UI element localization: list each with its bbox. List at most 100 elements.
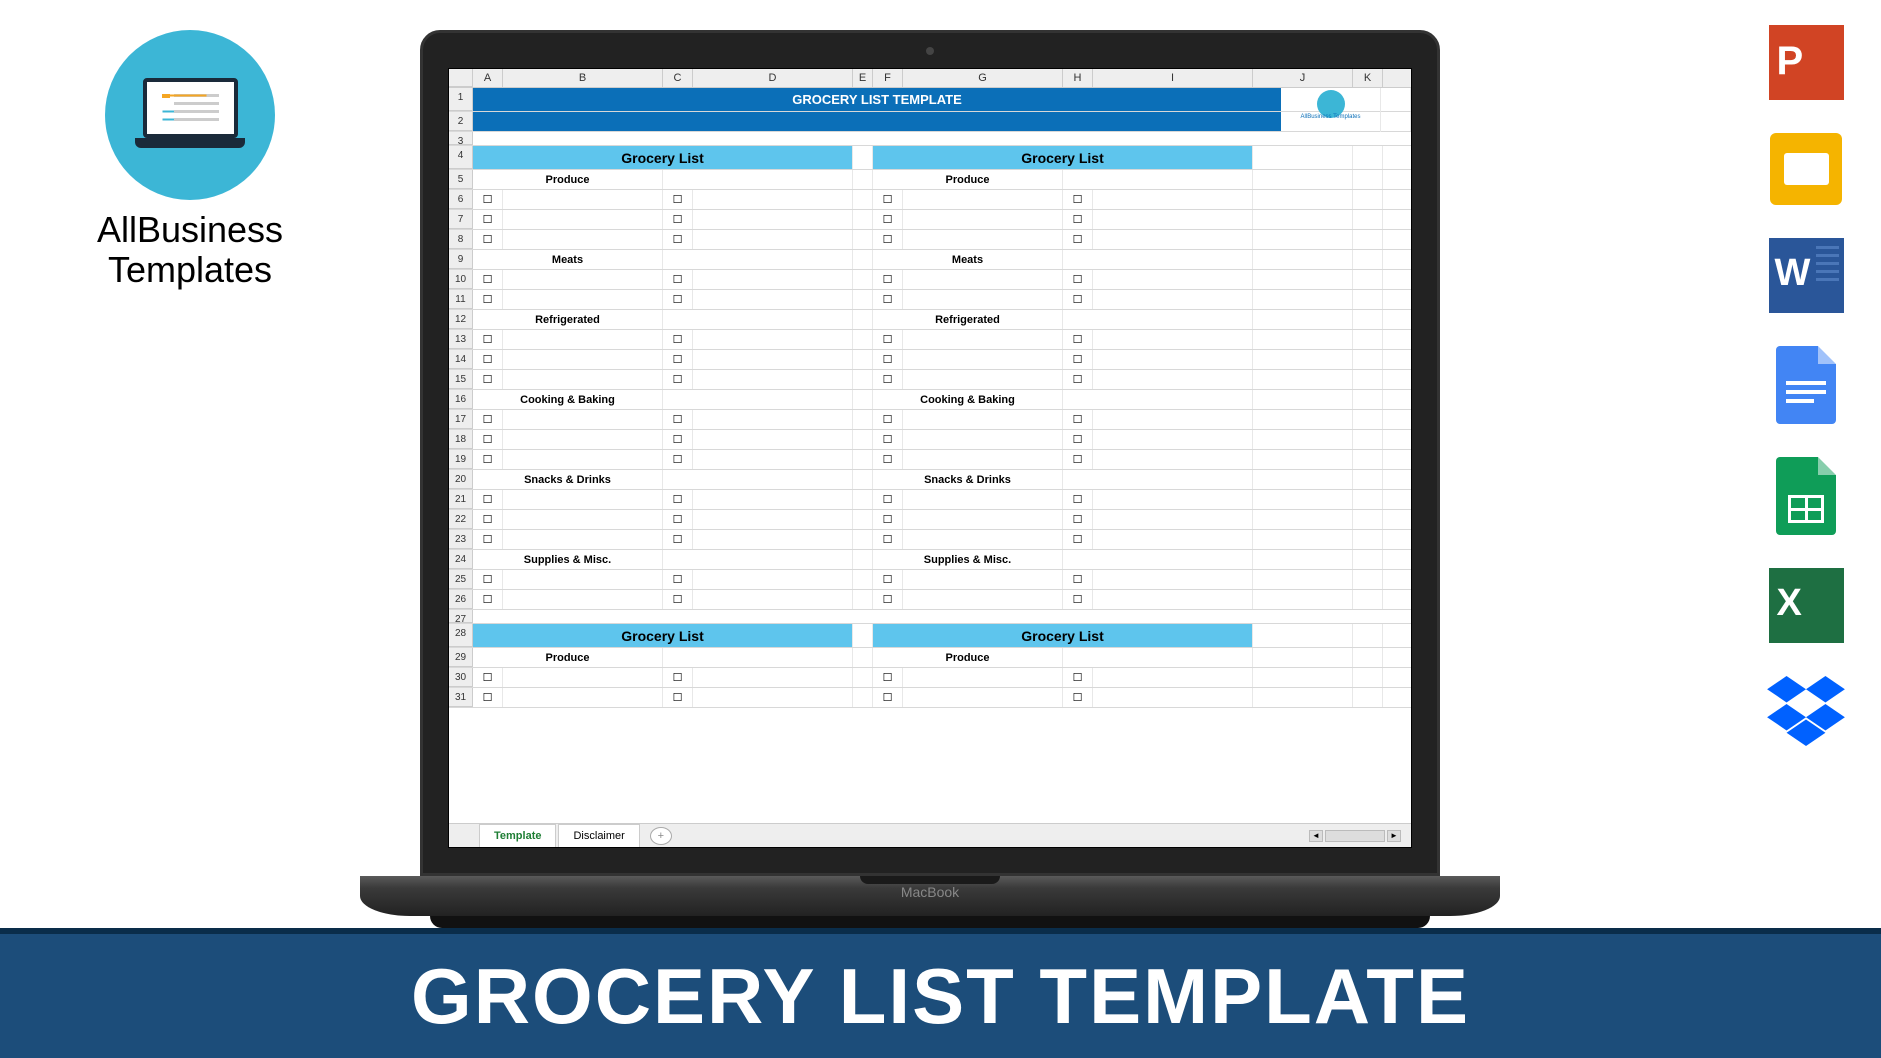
item-cell[interactable] xyxy=(693,688,853,707)
row-header[interactable]: 6 xyxy=(449,190,473,209)
item-cell[interactable] xyxy=(503,290,663,309)
sheet-title[interactable]: GROCERY LIST TEMPLATE xyxy=(473,88,1281,111)
item-cell[interactable] xyxy=(1093,230,1253,249)
row-header[interactable]: 8 xyxy=(449,230,473,249)
checkbox[interactable]: ☐ xyxy=(663,190,693,209)
item-cell[interactable] xyxy=(903,490,1063,509)
row-header[interactable]: 29 xyxy=(449,648,473,667)
item-cell[interactable] xyxy=(903,210,1063,229)
checkbox[interactable]: ☐ xyxy=(1063,430,1093,449)
item-cell[interactable] xyxy=(903,330,1063,349)
checkbox[interactable]: ☐ xyxy=(873,570,903,589)
col-header[interactable]: D xyxy=(693,69,853,87)
item-cell[interactable] xyxy=(1093,530,1253,549)
item-cell[interactable] xyxy=(903,190,1063,209)
checkbox[interactable]: ☐ xyxy=(663,230,693,249)
checkbox[interactable]: ☐ xyxy=(663,430,693,449)
row-header[interactable]: 25 xyxy=(449,570,473,589)
item-cell[interactable] xyxy=(503,350,663,369)
checkbox[interactable]: ☐ xyxy=(873,230,903,249)
checkbox[interactable]: ☐ xyxy=(663,590,693,609)
checkbox[interactable]: ☐ xyxy=(473,350,503,369)
checkbox[interactable]: ☐ xyxy=(1063,450,1093,469)
item-cell[interactable] xyxy=(903,450,1063,469)
item-cell[interactable] xyxy=(503,370,663,389)
item-cell[interactable] xyxy=(1093,490,1253,509)
row-header[interactable]: 17 xyxy=(449,410,473,429)
item-cell[interactable] xyxy=(1093,510,1253,529)
col-header[interactable]: F xyxy=(873,69,903,87)
item-cell[interactable] xyxy=(1093,330,1253,349)
checkbox[interactable]: ☐ xyxy=(663,490,693,509)
row-header[interactable]: 14 xyxy=(449,350,473,369)
row-header[interactable]: 28 xyxy=(449,624,473,647)
category-label[interactable]: Meats xyxy=(873,250,1063,269)
col-header[interactable]: H xyxy=(1063,69,1093,87)
row-header[interactable]: 26 xyxy=(449,590,473,609)
list-header[interactable]: Grocery List xyxy=(873,146,1253,169)
item-cell[interactable] xyxy=(693,570,853,589)
item-cell[interactable] xyxy=(903,668,1063,687)
item-cell[interactable] xyxy=(693,430,853,449)
category-label[interactable]: Meats xyxy=(473,250,663,269)
checkbox[interactable]: ☐ xyxy=(873,530,903,549)
horizontal-scroll[interactable]: ◄► xyxy=(1309,830,1401,842)
row-header[interactable]: 24 xyxy=(449,550,473,569)
checkbox[interactable]: ☐ xyxy=(1063,210,1093,229)
item-cell[interactable] xyxy=(903,510,1063,529)
checkbox[interactable]: ☐ xyxy=(1063,410,1093,429)
item-cell[interactable] xyxy=(903,270,1063,289)
checkbox[interactable]: ☐ xyxy=(1063,290,1093,309)
row-header[interactable]: 9 xyxy=(449,250,473,269)
checkbox[interactable]: ☐ xyxy=(1063,330,1093,349)
col-header[interactable]: B xyxy=(503,69,663,87)
item-cell[interactable] xyxy=(1093,668,1253,687)
col-header[interactable]: K xyxy=(1353,69,1383,87)
row-header[interactable]: 31 xyxy=(449,688,473,707)
row-header[interactable]: 11 xyxy=(449,290,473,309)
col-header[interactable]: G xyxy=(903,69,1063,87)
list-header[interactable]: Grocery List xyxy=(473,624,853,647)
category-label[interactable]: Refrigerated xyxy=(473,310,663,329)
checkbox[interactable]: ☐ xyxy=(473,290,503,309)
item-cell[interactable] xyxy=(693,270,853,289)
item-cell[interactable] xyxy=(503,230,663,249)
checkbox[interactable]: ☐ xyxy=(663,450,693,469)
item-cell[interactable] xyxy=(503,490,663,509)
item-cell[interactable] xyxy=(693,668,853,687)
checkbox[interactable]: ☐ xyxy=(1063,510,1093,529)
row-header[interactable]: 3 xyxy=(449,132,473,145)
checkbox[interactable]: ☐ xyxy=(473,230,503,249)
item-cell[interactable] xyxy=(1093,590,1253,609)
category-label[interactable]: Cooking & Baking xyxy=(473,390,663,409)
item-cell[interactable] xyxy=(903,688,1063,707)
checkbox[interactable]: ☐ xyxy=(473,410,503,429)
checkbox[interactable]: ☐ xyxy=(873,430,903,449)
category-label[interactable]: Produce xyxy=(873,648,1063,667)
checkbox[interactable]: ☐ xyxy=(473,330,503,349)
checkbox[interactable]: ☐ xyxy=(1063,590,1093,609)
item-cell[interactable] xyxy=(1093,450,1253,469)
checkbox[interactable]: ☐ xyxy=(663,270,693,289)
checkbox[interactable]: ☐ xyxy=(873,668,903,687)
row-header[interactable]: 19 xyxy=(449,450,473,469)
item-cell[interactable] xyxy=(503,210,663,229)
tab-disclaimer[interactable]: Disclaimer xyxy=(558,824,639,847)
item-cell[interactable] xyxy=(503,410,663,429)
item-cell[interactable] xyxy=(503,530,663,549)
checkbox[interactable]: ☐ xyxy=(663,530,693,549)
item-cell[interactable] xyxy=(903,530,1063,549)
checkbox[interactable]: ☐ xyxy=(473,450,503,469)
category-label[interactable]: Snacks & Drinks xyxy=(473,470,663,489)
checkbox[interactable]: ☐ xyxy=(663,688,693,707)
checkbox[interactable]: ☐ xyxy=(873,270,903,289)
checkbox[interactable]: ☐ xyxy=(1063,230,1093,249)
checkbox[interactable]: ☐ xyxy=(1063,490,1093,509)
item-cell[interactable] xyxy=(693,330,853,349)
checkbox[interactable]: ☐ xyxy=(873,410,903,429)
list-header[interactable]: Grocery List xyxy=(873,624,1253,647)
item-cell[interactable] xyxy=(503,590,663,609)
row-header[interactable]: 1 xyxy=(449,88,473,111)
item-cell[interactable] xyxy=(693,530,853,549)
item-cell[interactable] xyxy=(903,230,1063,249)
